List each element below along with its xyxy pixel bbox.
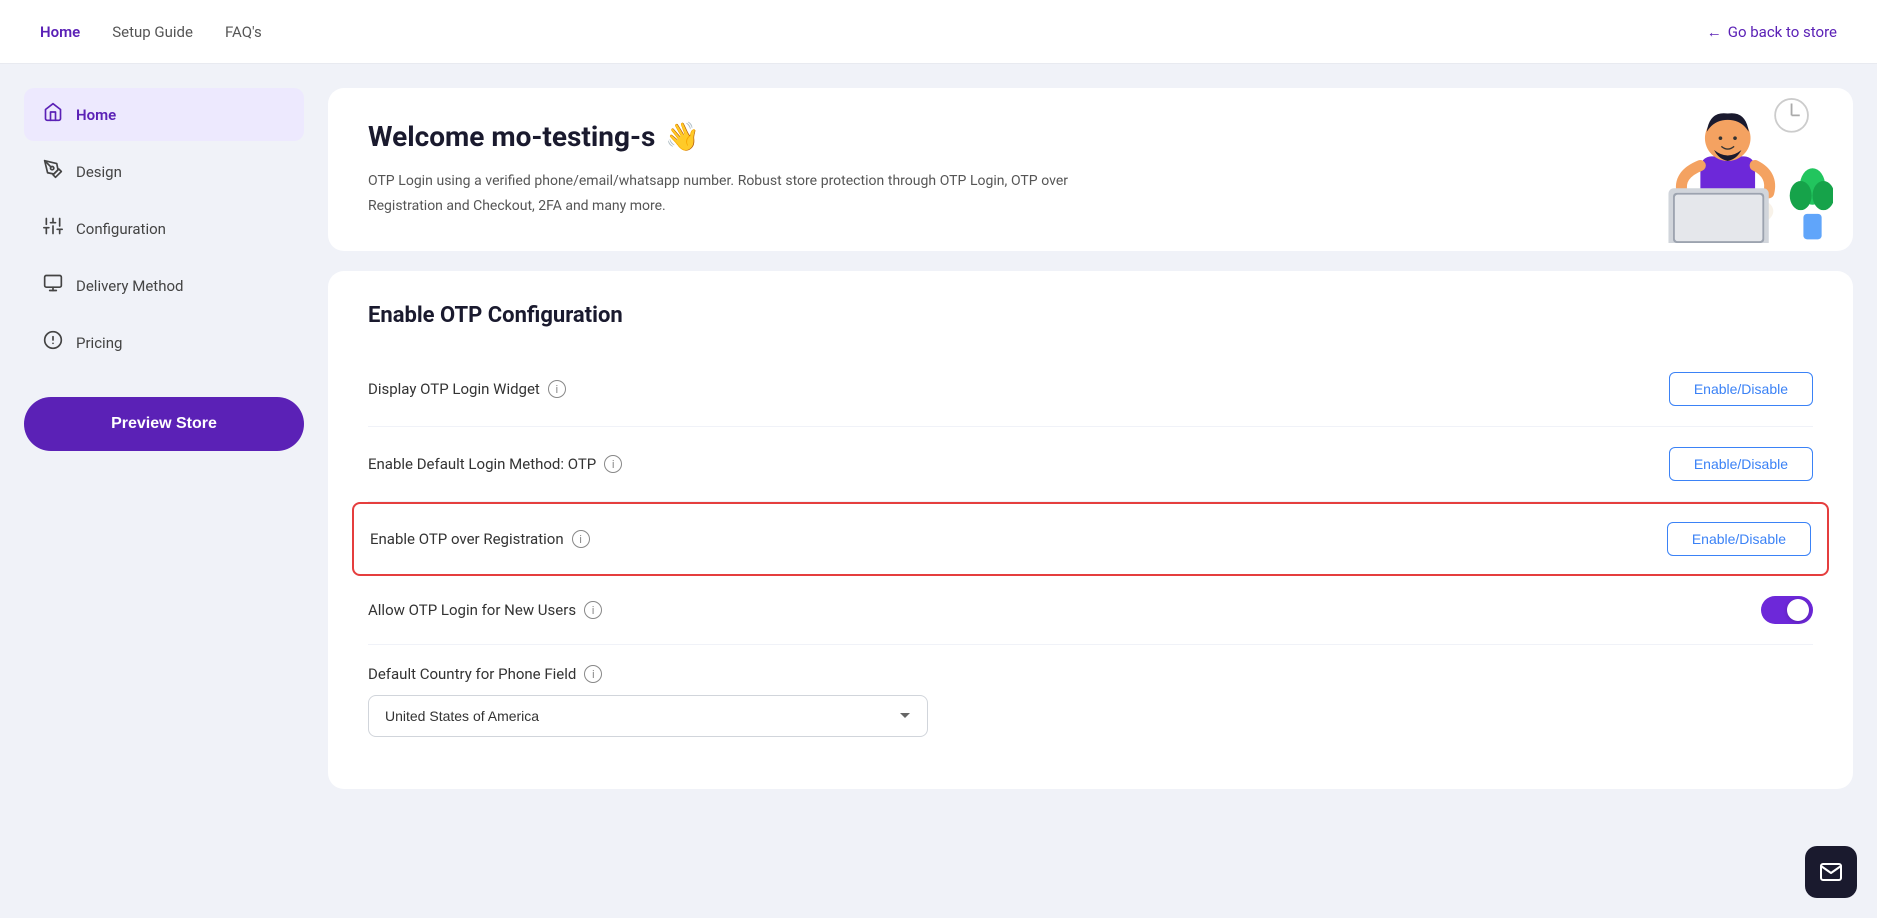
- welcome-title: Welcome mo-testing-s 👋: [368, 120, 1813, 153]
- nav-setup-guide[interactable]: Setup Guide: [112, 23, 193, 41]
- welcome-description: OTP Login using a verified phone/email/w…: [368, 169, 1068, 219]
- config-label-default-login: Enable Default Login Method: OTP i: [368, 455, 622, 473]
- config-row-otp-registration: Enable OTP over Registration i Enable/Di…: [352, 502, 1829, 576]
- go-back-link[interactable]: ← Go back to store: [1707, 23, 1837, 41]
- config-label-country: Default Country for Phone Field i: [368, 665, 1813, 683]
- pricing-icon: [42, 330, 64, 355]
- info-icon-display-otp[interactable]: i: [548, 380, 566, 398]
- sidebar-item-delivery-method[interactable]: Delivery Method: [24, 259, 304, 312]
- sidebar-item-delivery-label: Delivery Method: [76, 277, 183, 295]
- banner-illustration: [1632, 88, 1833, 243]
- sidebar-item-home[interactable]: Home: [24, 88, 304, 141]
- preview-store-button[interactable]: Preview Store: [24, 397, 304, 451]
- wave-emoji: 👋: [665, 120, 700, 153]
- nav-links: Home Setup Guide FAQ's: [40, 23, 262, 41]
- chat-icon[interactable]: [1805, 846, 1857, 898]
- info-icon-default-login[interactable]: i: [604, 455, 622, 473]
- sidebar-item-design[interactable]: Design: [24, 145, 304, 198]
- sidebar-item-configuration[interactable]: Configuration: [24, 202, 304, 255]
- top-nav: Home Setup Guide FAQ's ← Go back to stor…: [0, 0, 1877, 64]
- config-label-otp-registration: Enable OTP over Registration i: [370, 530, 590, 548]
- sidebar-item-home-label: Home: [76, 106, 116, 124]
- sidebar-item-pricing[interactable]: Pricing: [24, 316, 304, 369]
- home-icon: [42, 102, 64, 127]
- design-icon: [42, 159, 64, 184]
- enable-disable-otp-registration-btn[interactable]: Enable/Disable: [1667, 522, 1811, 556]
- enable-disable-default-login-btn[interactable]: Enable/Disable: [1669, 447, 1813, 481]
- sidebar: Home Design Configuration Delivery Metho…: [24, 88, 304, 894]
- main-content: Welcome mo-testing-s 👋 OTP Login using a…: [328, 88, 1853, 894]
- config-row-display-otp: Display OTP Login Widget i Enable/Disabl…: [368, 352, 1813, 427]
- config-label-display-otp: Display OTP Login Widget i: [368, 380, 566, 398]
- arrow-left-icon: ←: [1707, 23, 1722, 41]
- config-row-country: Default Country for Phone Field i United…: [368, 645, 1813, 757]
- config-title: Enable OTP Configuration: [368, 303, 1813, 328]
- sidebar-item-design-label: Design: [76, 163, 122, 181]
- sidebar-item-configuration-label: Configuration: [76, 220, 166, 238]
- config-row-default-login: Enable Default Login Method: OTP i Enabl…: [368, 427, 1813, 502]
- config-row-new-users: Allow OTP Login for New Users i: [368, 576, 1813, 645]
- country-select[interactable]: United States of America Canada United K…: [368, 695, 928, 737]
- info-icon-otp-registration[interactable]: i: [572, 530, 590, 548]
- config-section: Enable OTP Configuration Display OTP Log…: [328, 271, 1853, 789]
- info-icon-new-users[interactable]: i: [584, 601, 602, 619]
- app-layout: Home Design Configuration Delivery Metho…: [0, 64, 1877, 918]
- enable-disable-otp-widget-btn[interactable]: Enable/Disable: [1669, 372, 1813, 406]
- sidebar-item-pricing-label: Pricing: [76, 334, 122, 352]
- welcome-banner: Welcome mo-testing-s 👋 OTP Login using a…: [328, 88, 1853, 251]
- delivery-method-icon: [42, 273, 64, 298]
- info-icon-country[interactable]: i: [584, 665, 602, 683]
- config-label-new-users: Allow OTP Login for New Users i: [368, 601, 602, 619]
- nav-faqs[interactable]: FAQ's: [225, 23, 262, 41]
- nav-home[interactable]: Home: [40, 23, 80, 41]
- new-users-toggle[interactable]: [1761, 596, 1813, 624]
- configuration-icon: [42, 216, 64, 241]
